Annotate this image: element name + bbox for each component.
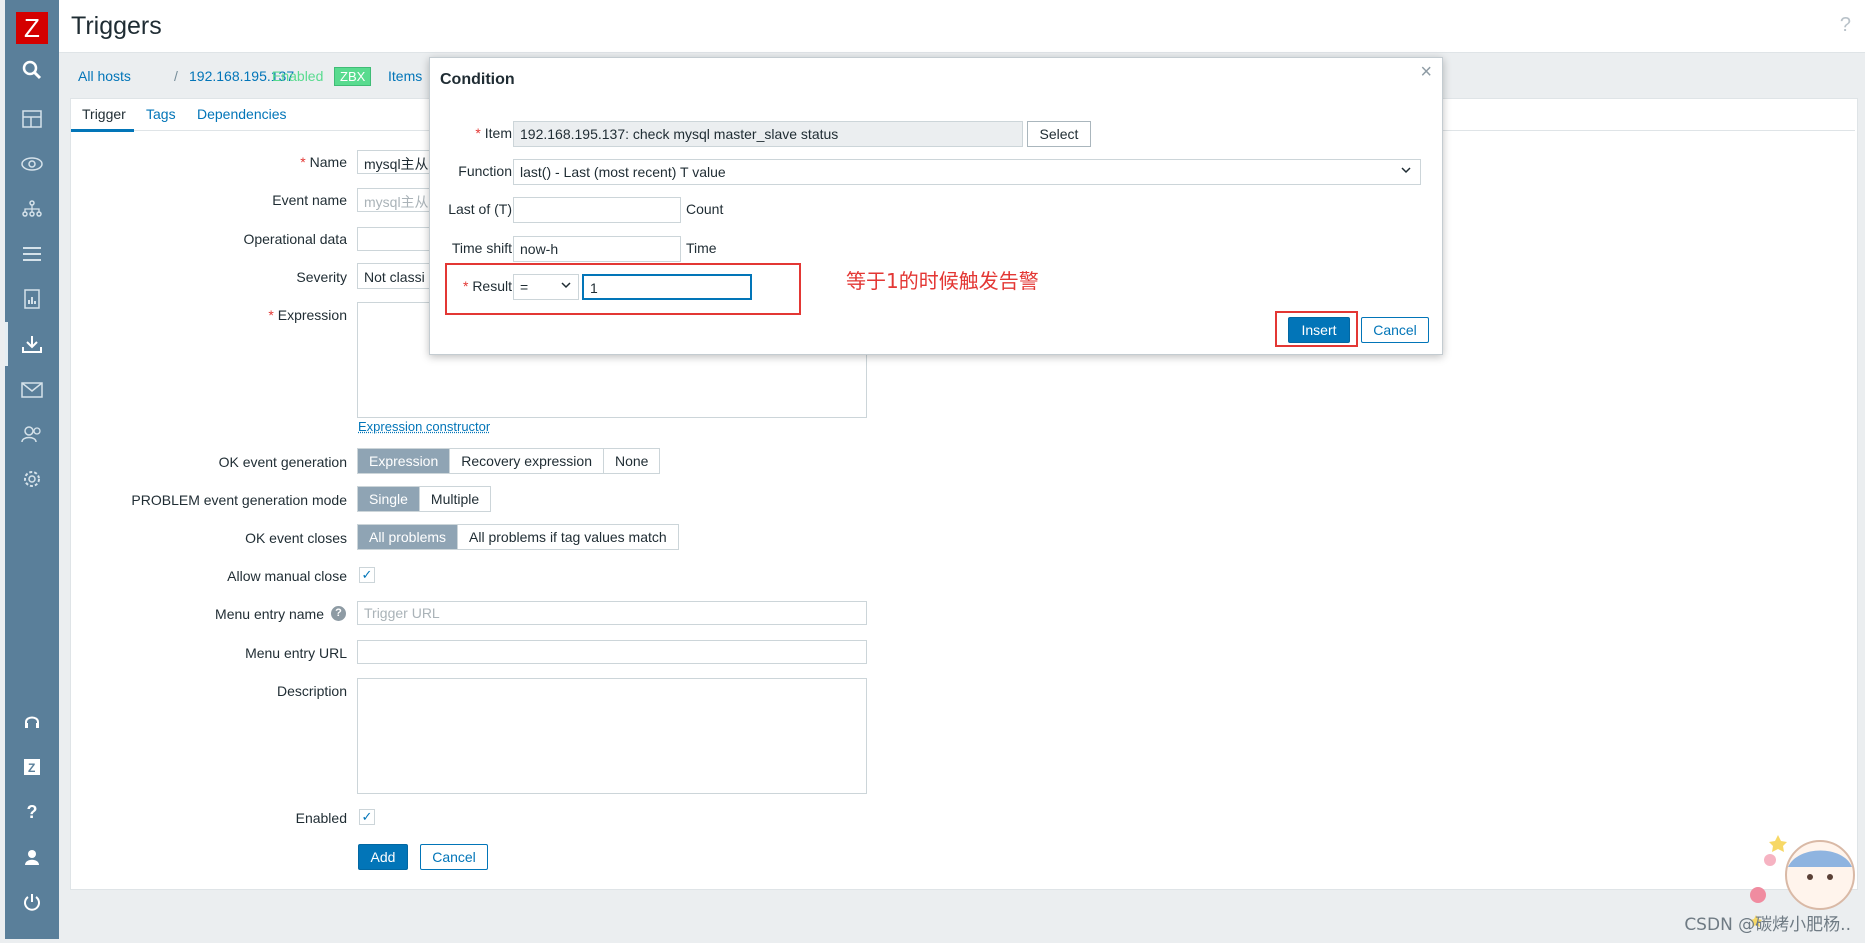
- ok-event-generation-label: OK event generation: [218, 454, 347, 470]
- function-select-value: last() - Last (most recent) T value: [520, 164, 726, 180]
- dialog-title: Condition: [440, 71, 515, 88]
- ok-event-gen-expression[interactable]: Expression: [358, 449, 451, 473]
- result-operator-value: =: [520, 279, 529, 295]
- ok-closes-all-problems[interactable]: All problems: [358, 525, 459, 549]
- menu-entry-name-label: Menu entry name: [215, 606, 324, 622]
- tab-trigger[interactable]: Trigger: [82, 106, 126, 122]
- last-of-label: Last of (T): [448, 201, 512, 217]
- ok-event-gen-none[interactable]: None: [604, 449, 659, 473]
- ok-closes-tag-match[interactable]: All problems if tag values match: [458, 525, 678, 549]
- item-input[interactable]: 192.168.195.137: check mysql master_slav…: [513, 121, 1023, 147]
- breadcrumb-separator: /: [174, 68, 178, 84]
- name-input[interactable]: mysql主从: [357, 150, 437, 174]
- problem-mode-toggle: Single Multiple: [357, 486, 492, 512]
- enabled-checkbox[interactable]: ✓: [359, 809, 375, 825]
- severity-label: Severity: [296, 269, 347, 285]
- expression-label: * Expression: [268, 307, 347, 323]
- menu-entry-name-input[interactable]: Trigger URL: [357, 601, 867, 625]
- condition-dialog: Condition × * Item 192.168.195.137: chec…: [429, 57, 1443, 355]
- svg-text:Z: Z: [28, 761, 35, 775]
- chevron-down-icon: [560, 278, 572, 294]
- function-select[interactable]: last() - Last (most recent) T value: [513, 159, 1421, 185]
- menu-entry-url-label: Menu entry URL: [245, 645, 347, 661]
- name-label: * Name: [300, 154, 347, 170]
- ok-event-closes-toggle: All problems All problems if tag values …: [357, 524, 679, 550]
- data-collection-icon[interactable]: [5, 330, 59, 358]
- zabbix-share-icon[interactable]: Z: [5, 753, 59, 781]
- sign-out-icon[interactable]: [5, 888, 59, 916]
- severity-selector[interactable]: Not classi: [357, 263, 437, 289]
- page-title: Triggers: [71, 12, 162, 40]
- page-header: Triggers ?: [59, 0, 1865, 53]
- manual-close-checkbox[interactable]: ✓: [359, 567, 375, 583]
- description-label: Description: [276, 683, 347, 699]
- problem-mode-multiple[interactable]: Multiple: [420, 487, 490, 511]
- monitoring-eye-icon[interactable]: [5, 150, 59, 178]
- manual-close-label: Allow manual close: [227, 568, 347, 584]
- sidebar: Z Z ?: [5, 0, 59, 939]
- count-label: Count: [686, 201, 724, 217]
- zabbix-logo[interactable]: Z: [16, 12, 48, 44]
- ok-event-closes-label: OK event closes: [245, 530, 347, 546]
- menu-entry-url-input[interactable]: [357, 640, 867, 664]
- enabled-label: Enabled: [295, 810, 347, 826]
- zbx-availability-badge: ZBX: [334, 67, 372, 86]
- result-value-input[interactable]: 1: [582, 274, 752, 300]
- help-hint-icon[interactable]: ?: [331, 606, 346, 621]
- help-icon[interactable]: ?: [5, 798, 59, 826]
- host-status-enabled[interactable]: Enabled: [272, 68, 323, 84]
- reports-list-icon[interactable]: [5, 240, 59, 268]
- tab-tags[interactable]: Tags: [146, 106, 176, 122]
- dashboard-icon[interactable]: [5, 105, 59, 133]
- result-operator-select[interactable]: =: [513, 274, 579, 300]
- chevron-down-icon: [1400, 163, 1412, 179]
- insert-button[interactable]: Insert: [1288, 317, 1350, 343]
- problem-mode-label: PROBLEM event generation mode: [131, 492, 347, 508]
- alerts-mail-icon[interactable]: [5, 376, 59, 404]
- description-textarea[interactable]: [357, 678, 867, 794]
- active-tab-indicator: [71, 129, 134, 132]
- help-button[interactable]: ?: [1840, 14, 1851, 37]
- dialog-cancel-button[interactable]: Cancel: [1361, 317, 1429, 343]
- user-profile-icon[interactable]: [5, 843, 59, 871]
- search-icon[interactable]: [5, 56, 59, 84]
- operational-data-label: Operational data: [243, 231, 347, 247]
- tab-dependencies[interactable]: Dependencies: [197, 106, 287, 122]
- problem-mode-single[interactable]: Single: [358, 487, 420, 511]
- support-headset-icon[interactable]: [5, 708, 59, 736]
- operational-data-input[interactable]: [357, 227, 437, 251]
- watermark-text: CSDN @碳烤小肥杨..: [1684, 915, 1851, 935]
- ok-event-generation-toggle: Expression Recovery expression None: [357, 448, 661, 474]
- time-shift-label: Time shift: [451, 240, 512, 256]
- ok-event-gen-recovery[interactable]: Recovery expression: [450, 449, 604, 473]
- breadcrumb-items[interactable]: Items: [388, 68, 422, 84]
- expression-constructor-link[interactable]: Expression constructor: [358, 419, 490, 434]
- add-button[interactable]: Add: [358, 844, 408, 870]
- time-shift-input[interactable]: now-h: [513, 236, 681, 262]
- users-icon[interactable]: [5, 420, 59, 448]
- inventory-tree-icon[interactable]: [5, 195, 59, 223]
- breadcrumb-all-hosts[interactable]: All hosts: [78, 68, 131, 84]
- reports-chart-icon[interactable]: [5, 285, 59, 313]
- annotation-note: 等于1的时候触发告警: [846, 269, 1039, 293]
- administration-gear-icon[interactable]: [5, 465, 59, 493]
- result-label: * Result: [462, 278, 512, 294]
- event-name-label: Event name: [272, 192, 347, 208]
- last-of-input[interactable]: [513, 197, 681, 223]
- function-label: Function: [458, 163, 512, 179]
- item-label: * Item: [475, 125, 512, 141]
- cancel-button[interactable]: Cancel: [420, 844, 488, 870]
- time-label: Time: [686, 240, 717, 256]
- event-name-input[interactable]: mysql主从: [357, 188, 437, 212]
- select-button[interactable]: Select: [1027, 121, 1091, 147]
- close-icon[interactable]: ×: [1420, 61, 1432, 84]
